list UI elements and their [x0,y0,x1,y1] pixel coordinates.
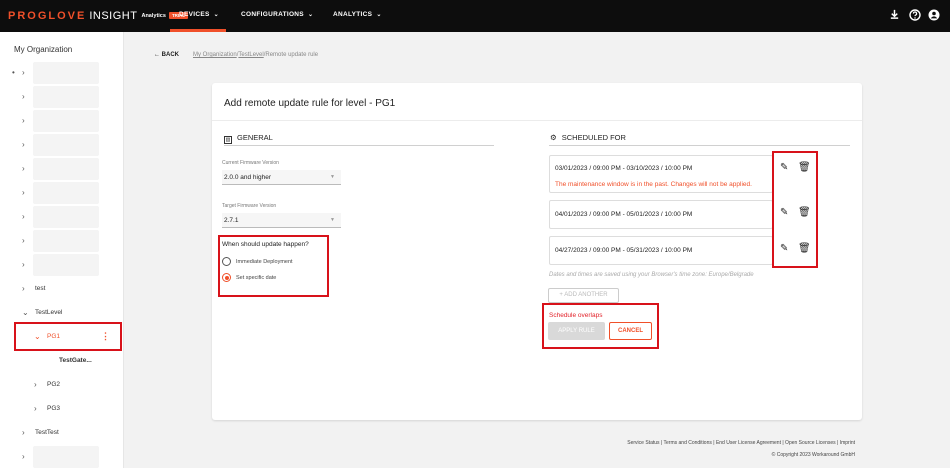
chevron-right-icon[interactable]: › [22,236,25,245]
sidebar-title: My Organization [14,45,73,54]
sidebar-item-placeholder [33,230,99,252]
nav-devices[interactable]: DEVICES ⌄ [179,11,219,18]
back-button[interactable]: ← BACK [154,52,179,58]
chevron-down-icon: ⌄ [307,12,314,18]
divider [212,120,862,121]
schedule-warning: The maintenance window is in the past. C… [555,181,752,188]
sidebar-item-testgate[interactable]: TestGate... [0,353,124,369]
account-icon[interactable] [927,9,940,22]
page-title: Add remote update rule for level - PG1 [224,98,396,109]
current-firmware-label: Current Firmware Version [222,160,279,166]
chevron-right-icon[interactable]: › [22,284,25,293]
breadcrumb-testlevel[interactable]: TestLevel [238,52,263,58]
sidebar-item-placeholder [33,182,99,204]
schedule-range: 04/27/2023 / 09:00 PM - 05/31/2023 / 10:… [555,247,693,254]
sidebar-item-placeholder [33,134,99,156]
sidebar-item-pg2[interactable]: › PG2 [0,377,124,393]
sidebar-item-test[interactable]: › test [0,281,124,297]
highlight-box [542,303,659,349]
brand-analytics: Analytics [141,13,166,19]
chevron-down-icon: ⌄ [213,12,219,18]
sidebar-item-label: PG2 [47,381,61,388]
chevron-right-icon[interactable]: › [22,428,25,437]
sidebar-item-label: TestLevel [35,309,63,316]
nav-configurations[interactable]: CONFIGURATIONS ⌄ [241,11,313,18]
caret-down-icon: ▼ [330,174,335,180]
schedule-range: 03/01/2023 / 09:00 PM - 03/10/2023 / 10:… [555,165,693,172]
sidebar-item-pg3[interactable]: › PG3 [0,401,124,417]
nav-analytics-label: ANALYTICS [333,11,373,18]
sidebar-item-label: PG3 [47,405,61,412]
sidebar-item-placeholder [33,86,99,108]
current-firmware-select[interactable]: 2.0.0 and higher ▼ [222,170,341,185]
brand-logo[interactable]: PROGLOVE INSIGHT Analytics TRIAL [8,10,189,22]
sidebar-item-placeholder [33,110,99,132]
chart-icon: ▥ [224,136,232,144]
help-icon[interactable] [908,9,921,22]
chevron-right-icon[interactable]: › [22,188,25,197]
chevron-right-icon[interactable]: › [22,164,25,173]
add-another-button[interactable]: + ADD ANOTHER [548,288,619,303]
sidebar-item-placeholder [33,158,99,180]
general-heading: ▥ GENERAL [224,133,273,144]
sidebar-item-testlevel[interactable]: ⌄ TestLevel [0,305,124,321]
chevron-right-icon[interactable]: › [34,404,37,413]
sidebar-item-label: TestTest [35,429,59,436]
breadcrumb: My Organization/TestLevel/Remote update … [193,52,318,58]
sidebar-item-placeholder [33,254,99,276]
caret-down-icon: ▼ [330,217,335,223]
nav-analytics[interactable]: ANALYTICS ⌄ [333,11,382,18]
schedule-range: 04/01/2023 / 09:00 PM - 05/01/2023 / 10:… [555,211,693,218]
chevron-down-icon: ⌄ [376,12,382,18]
schedule-entry[interactable]: 04/01/2023 / 09:00 PM - 05/01/2023 / 10:… [549,200,773,229]
brand-name: PROGLOVE [8,10,87,22]
chevron-right-icon[interactable]: › [22,452,25,461]
sidebar-item-label: TestGate... [59,357,92,364]
scheduled-heading-label: SCHEDULED FOR [561,133,626,142]
target-firmware-select[interactable]: 2.7.1 ▼ [222,213,341,228]
timezone-note: Dates and times are saved using your Bro… [549,272,754,278]
sidebar-item-placeholder [33,446,99,468]
dot-icon: • [12,68,15,77]
sidebar-item-placeholder [33,62,99,84]
highlight-box [14,322,122,351]
schedule-entry[interactable]: 04/27/2023 / 09:00 PM - 05/31/2023 / 10:… [549,236,773,265]
highlight-box [772,151,818,268]
divider [549,145,850,146]
target-firmware-value: 2.7.1 [224,217,239,224]
chevron-right-icon[interactable]: › [22,260,25,269]
nav-devices-label: DEVICES [179,11,210,18]
top-bar: PROGLOVE INSIGHT Analytics TRIAL DEVICES ⌄ C… [0,0,950,32]
general-heading-label: GENERAL [237,133,273,142]
rule-card: Add remote update rule for level - PG1 ▥… [212,83,862,420]
gear-icon: ⚙ [550,133,557,142]
divider [224,145,494,146]
sidebar-item-testtest[interactable]: › TestTest [0,425,124,441]
arrow-left-icon: ← [154,52,160,58]
footer-copyright: © Copyright 2023 Workaround GmbH [771,452,855,458]
brand-insight: INSIGHT [89,10,138,22]
footer-links[interactable]: Service Status | Terms and Conditions | … [627,440,855,446]
back-label: BACK [161,52,180,58]
download-icon[interactable] [888,9,901,22]
schedule-entry[interactable]: 03/01/2023 / 09:00 PM - 03/10/2023 / 10:… [549,155,773,193]
chevron-right-icon[interactable]: › [22,116,25,125]
breadcrumb-my-organization[interactable]: My Organization [193,52,237,58]
scheduled-heading: ⚙ SCHEDULED FOR [550,133,626,142]
nav-configurations-label: CONFIGURATIONS [241,11,304,18]
chevron-right-icon[interactable]: › [22,68,25,77]
chevron-down-icon[interactable]: ⌄ [22,308,29,317]
current-firmware-value: 2.0.0 and higher [224,174,271,181]
breadcrumb-current: Remote update rule [265,52,319,58]
active-nav-indicator [170,29,226,32]
chevron-right-icon[interactable]: › [22,212,25,221]
chevron-right-icon[interactable]: › [22,140,25,149]
sidebar-item-label: test [35,285,46,292]
sidebar-item-placeholder [33,206,99,228]
sidebar: My Organization • › › › › › › › › › › test… [0,32,124,468]
chevron-right-icon[interactable]: › [22,92,25,101]
highlight-box [218,235,329,297]
chevron-right-icon[interactable]: › [34,380,37,389]
target-firmware-label: Target Firmware Version [222,203,277,209]
